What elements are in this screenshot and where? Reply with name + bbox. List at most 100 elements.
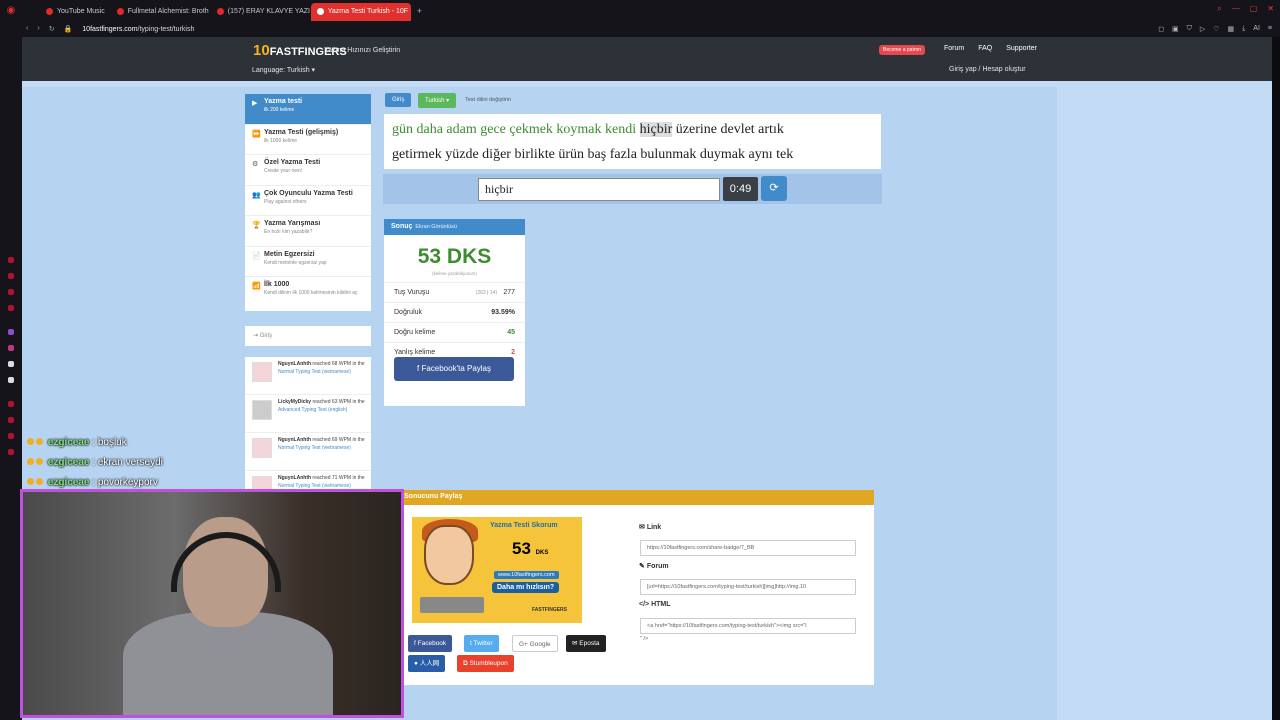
facebook-share-button[interactable]: f Facebook'ta Paylaş [394,357,514,381]
play-icon[interactable]: ▷ [1200,25,1205,33]
search-icon[interactable]: ⌕ [1217,4,1221,14]
forward-icon[interactable]: › [37,25,39,33]
ai-button[interactable]: AI [1253,25,1260,33]
login-signup-link[interactable]: Giriş yap / Hesap oluştur [949,66,1026,73]
menu-item-custom-test[interactable]: ⚙ Özel Yazma Testi Create your own! [245,155,371,186]
sidebar-app-icon[interactable] [8,305,14,311]
badge-score: 53 DKS [512,539,548,559]
html-label-text: HTML [651,601,671,608]
tab-typing-test[interactable]: Yazma Testi Turkish - 10F [310,2,411,21]
link-field[interactable]: https://10fastfingers.com/share-badge/7_… [640,540,856,556]
html-field[interactable]: <a href="https://10fastfingers.com/typin… [640,618,856,634]
instagram-icon[interactable] [8,345,14,351]
row-label: Doğruluk [394,309,423,316]
feed-link[interactable]: Advanced Typing Test (english) [278,407,347,413]
share-google-button[interactable]: G+ Google [512,635,558,652]
back-icon[interactable]: ‹ [26,25,28,33]
feed-text: reached 71 WPM in the [311,475,365,481]
menu-forum[interactable]: Forum [944,45,964,52]
menu-item-competition[interactable]: 🏆 Yazma Yarışması En hızlı kim yazabilir… [245,216,371,247]
sidebar-app-icon[interactable] [8,289,14,295]
patron-button[interactable]: Become a patron [879,45,926,55]
menu-faq[interactable]: FAQ [978,45,992,52]
menu-item-text-practice[interactable]: 📄 Metin Egzersizi Kendi metninle egzersi… [245,247,371,277]
feed-item: LickyMyDicky reached 63 WPM in the Advan… [245,395,371,433]
link-label: ✉ Link [639,523,661,531]
language-button[interactable]: Turkish ▾ [418,93,457,108]
close-icon[interactable]: ✕ [1267,4,1274,14]
twitch-icon[interactable] [8,329,14,335]
tab-youtube-video[interactable]: (157) ERAY KLAVYE YAZI [211,3,311,21]
wallet-icon[interactable]: ▣ [1172,25,1179,33]
html-field-tail: " /> [640,636,649,642]
toolbar-icons: ◻ ▣ ⛉ ▷ ♡ ▦ ⤓ AI ≡ [1158,25,1272,33]
row-label: Doğru kelime [394,329,436,336]
download-icon[interactable]: ⤓ [1242,25,1245,33]
tab-youtube-music[interactable]: YouTube Music [40,3,111,21]
feed-link[interactable]: Normal Typing Test (vietnamese) [278,483,351,489]
badge-icon [36,438,43,445]
feed-user[interactable]: NguynLAnhth [278,475,311,481]
top-menu: Forum FAQ Supporter [944,45,1037,52]
feed-user[interactable]: NguynLAnhth [278,437,311,443]
screenshot-link[interactable]: Ekran Görüntüsü [415,224,457,230]
maximize-icon[interactable]: ▢ [1250,4,1258,14]
reload-icon[interactable]: ⟳ [761,176,787,201]
share-renren-button[interactable]: ● 人人网 [408,655,446,672]
language-selector[interactable]: Language: Turkish ▾ [252,66,315,74]
shield-icon[interactable]: ⛉ [1187,25,1192,33]
menu-item-advanced-test[interactable]: ⏩ Yazma Testi (gelişmiş) ilk 1000 kelime [245,125,371,155]
feed-link[interactable]: Normal Typing Test (vietnamese) [278,369,351,375]
login-label: Giriş [259,333,273,339]
menu-icon[interactable]: ≡ [1268,25,1272,33]
row-value: 93.59% [491,309,515,316]
feed-user[interactable]: NguynLAnhth [278,361,311,367]
login-box[interactable]: ⇥ Giriş [245,326,371,346]
login-icon: ⇥ [253,333,260,339]
result-header: Sonuç Ekran Görüntüsü [384,219,525,235]
menu-item-title: Özel Yazma Testi [264,159,321,166]
sidebar-app-icon[interactable] [8,433,14,439]
reload-icon[interactable]: ↻ [49,25,55,33]
sidebar-app-icon[interactable] [8,417,14,423]
opera-logo-icon[interactable]: ◉ [0,0,22,21]
menu-item-sub: Create your own! [264,168,303,174]
tiktok-icon[interactable] [8,361,14,367]
menu-item-title: Yazma Testi (gelişmiş) [264,128,339,136]
url-field[interactable]: 10fastfingers.com/typing-test/turkish [82,26,194,33]
logo-ten: 10 [253,42,270,59]
result-panel: Sonuç Ekran Görüntüsü 53 DKS (kelime yaza… [384,219,525,406]
menu-item-typing-test[interactable]: ▶ Yazma testi ilk 200 kelime [245,94,371,125]
feed-link[interactable]: Normal Typing Test (vietnamese) [278,445,351,451]
secure-icon[interactable]: 🔒 [64,25,73,33]
change-language-text: Test dilini değiştirin [465,97,512,103]
x-icon[interactable] [8,377,14,383]
sidebar-app-icon[interactable] [8,273,14,279]
badge-url: www.10fastfingers.com [494,571,559,579]
sidebar-app-icon[interactable] [8,449,14,455]
menu-item-multiplayer[interactable]: 👥 Çok Oyunculu Yazma Testi Play against … [245,186,371,216]
score-badge-image[interactable]: Yazma Testi Skorum 53 DKS www.10fastfing… [412,517,582,623]
extension-icon[interactable]: ▦ [1228,25,1235,33]
menu-item-top-1000[interactable]: 📶 İlk 1000 Kendi dilinin ilk 1000 kelime… [245,277,371,311]
share-email-button[interactable]: ✉ Eposta [566,635,606,652]
camera-icon[interactable]: ◻ [1158,25,1164,33]
minimize-icon[interactable]: — [1232,4,1240,14]
site-icon [316,8,324,15]
gear-icon: ⚙ [252,161,259,168]
typing-input[interactable]: hiçbir [478,178,720,201]
feed-user[interactable]: LickyMyDicky [278,399,311,405]
menu-item-sub: Play against others [264,198,307,205]
share-twitter-button[interactable]: t Twitter [464,635,499,652]
sidebar-app-icon[interactable] [8,257,14,263]
share-stumbleupon-button[interactable]: ⧉ Stumbleupon [457,655,514,672]
login-button[interactable]: Giriş [385,93,412,107]
new-tab-icon[interactable]: + [411,6,428,16]
browser-tab-bar: ◉ YouTube Music Fullmetal Alchemist: Bro… [0,0,1280,21]
menu-supporter[interactable]: Supporter [1006,45,1037,52]
tab-fullmetal[interactable]: Fullmetal Alchemist: Broth [111,3,211,21]
heart-icon[interactable]: ♡ [1213,25,1219,33]
sidebar-app-icon[interactable] [8,401,14,407]
forum-field[interactable]: [url=https://10fastfingers.com/typing-te… [640,579,856,595]
share-facebook-button[interactable]: f Facebook [408,635,453,652]
